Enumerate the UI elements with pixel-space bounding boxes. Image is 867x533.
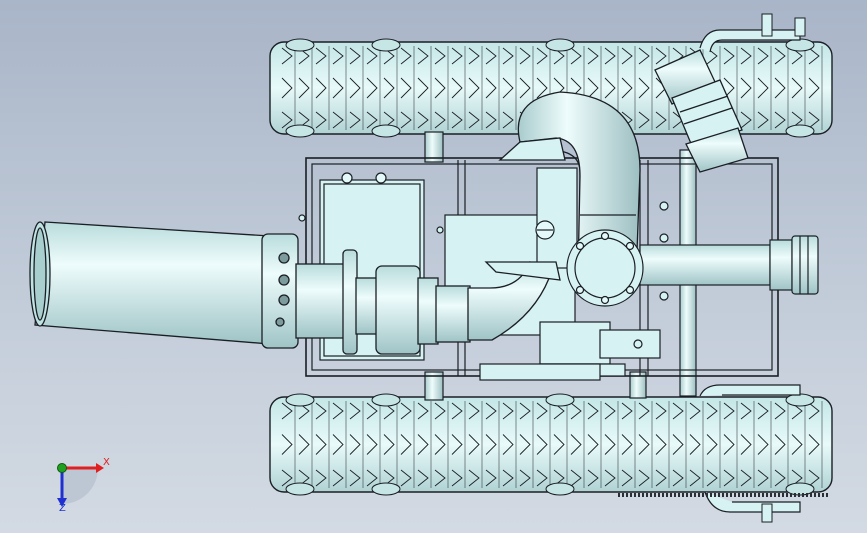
road-wheel [545,393,575,407]
road-wheel [371,38,401,52]
road-wheel [545,38,575,52]
road-wheel [371,482,401,496]
lower-track[interactable] [269,384,833,523]
road-wheel [285,393,315,407]
road-wheel [785,124,815,138]
road-wheel [285,482,315,496]
axis-z-label: Z [59,503,66,514]
road-wheel [785,393,815,407]
road-wheel [545,482,575,496]
axis-triad [57,463,104,507]
road-wheel [285,38,315,52]
road-wheel [785,38,815,52]
axis-x-label: X [103,457,110,468]
flange[interactable] [566,229,644,307]
road-wheel [371,124,401,138]
robot-model[interactable] [0,0,867,533]
rear-nozzle[interactable] [639,235,819,295]
cad-viewport[interactable]: X Y Z [0,0,867,533]
road-wheel [371,393,401,407]
road-wheel [285,124,315,138]
